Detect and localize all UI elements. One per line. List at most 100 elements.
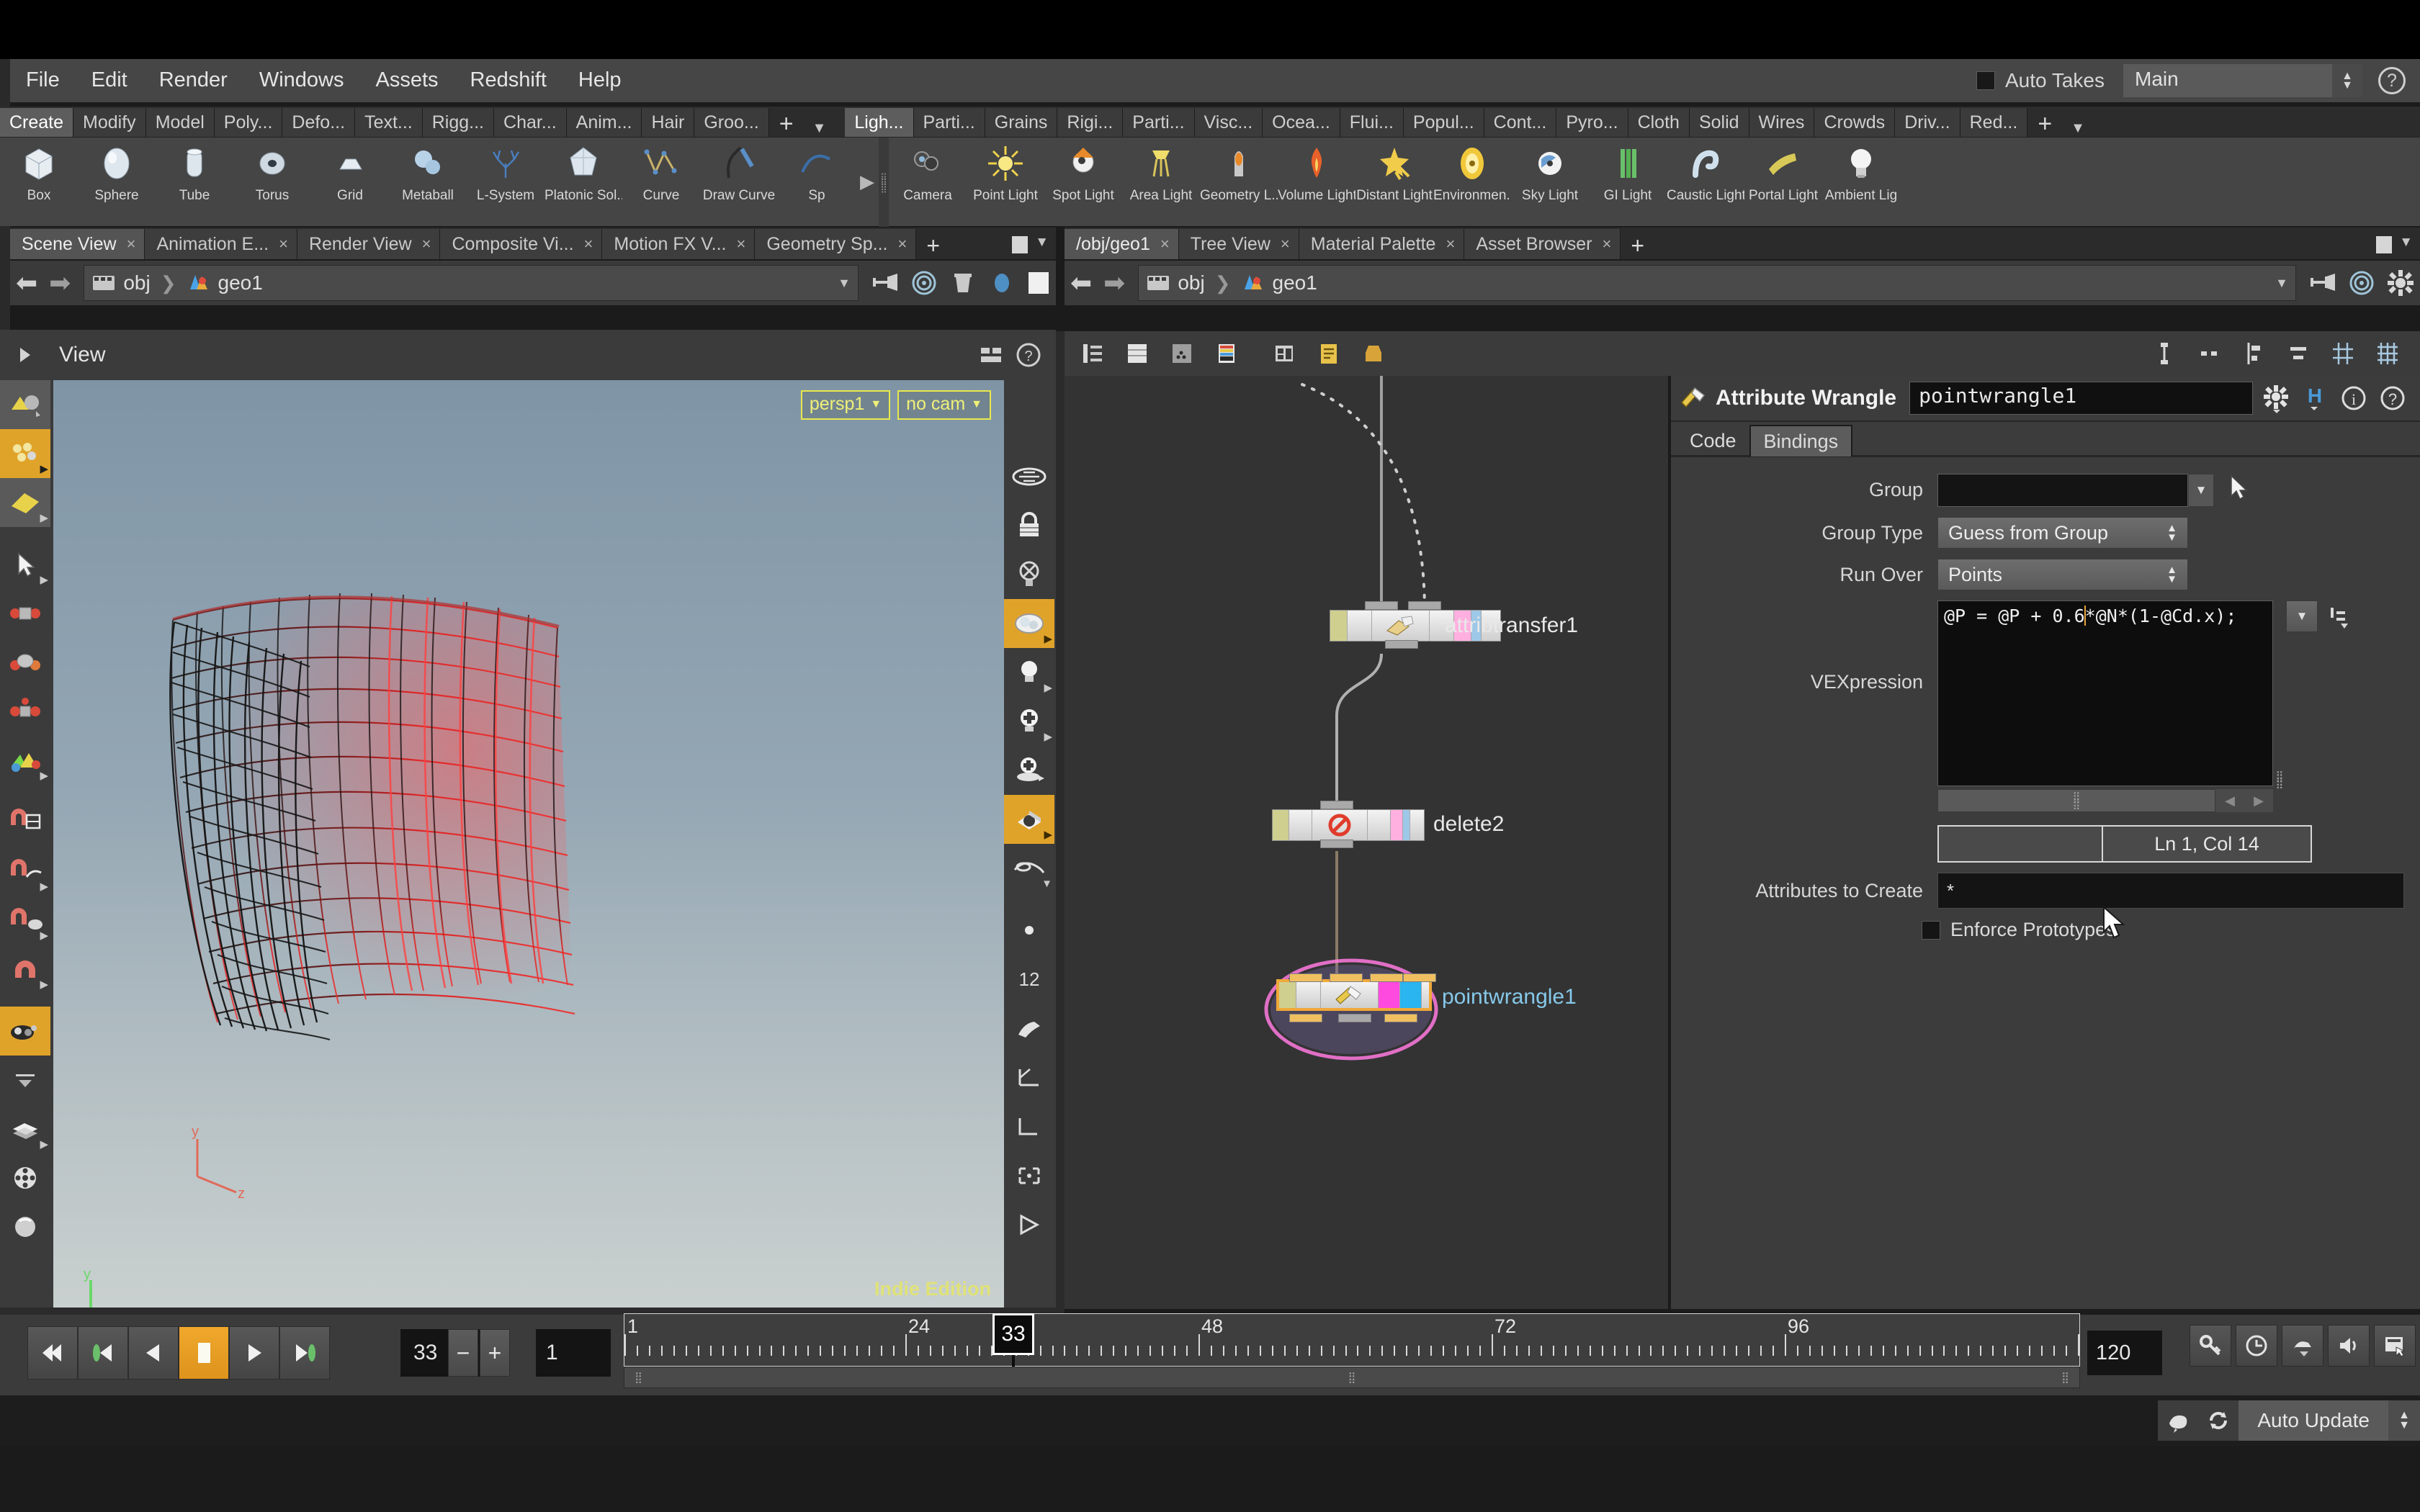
left-pane-tab-5[interactable]: Geometry Sp... × [755, 229, 917, 259]
attributes-to-create-field[interactable]: * [1937, 873, 2404, 909]
shelf-tool-volume-light-icon[interactable]: Volume Light [1278, 138, 1355, 225]
right-pane-tab-2[interactable]: Material Palette × [1299, 229, 1465, 259]
network-dot-layout-icon[interactable] [1165, 337, 1198, 370]
display-flag-icon[interactable] [985, 266, 1018, 300]
network-sheet-view-icon[interactable] [1121, 337, 1154, 370]
shelf-tool-camera-icon[interactable]: Camera [889, 138, 967, 225]
snap-primitive-icon[interactable]: ▶ [0, 847, 50, 896]
close-icon[interactable]: × [422, 235, 431, 253]
shelf-tab-left-10[interactable]: Groo... [694, 108, 769, 137]
left-pane-tab-3[interactable]: Composite Vi... × [440, 229, 603, 259]
menu-render[interactable]: Render [143, 67, 243, 94]
vexpression-expand-icon[interactable] [2328, 600, 2357, 634]
vexpression-menu-icon[interactable]: ▼ [2286, 600, 2318, 632]
viewport-cam-lock-selector[interactable]: no cam ▼ [897, 390, 991, 420]
grid-snap-icon[interactable] [2326, 337, 2360, 370]
shelf-tab-right-6[interactable]: Ocea... [1263, 108, 1340, 137]
vertical-splitter[interactable] [1056, 331, 1065, 1315]
shelf-add-right-icon[interactable]: + [2027, 111, 2062, 137]
close-icon[interactable]: × [1446, 235, 1455, 253]
parameter-help-icon[interactable]: ? [2377, 382, 2408, 414]
left-pane-tab-0[interactable]: Scene View × [10, 229, 145, 259]
timeline-ruler[interactable]: 1244872961 [624, 1313, 2080, 1367]
network-path-segment-obj[interactable]: obj [1178, 271, 1204, 294]
visibility-eye-icon[interactable] [1004, 452, 1054, 501]
menu-help[interactable]: Help [563, 67, 637, 94]
material-ball-icon[interactable] [0, 1202, 50, 1251]
shelf-tab-left-5[interactable]: Text... [355, 108, 423, 137]
network-list-view-icon[interactable] [1076, 337, 1109, 370]
select-geometry-mode-icon[interactable]: ▶ [0, 429, 50, 478]
network-path-field[interactable]: obj ❯ geo1 ▼ [1138, 265, 2296, 301]
point-display-icon[interactable] [1004, 906, 1054, 955]
network-forward-arrow-icon[interactable]: ➡ [1098, 268, 1131, 298]
info-icon[interactable]: i [2338, 382, 2370, 414]
tab-code[interactable]: Code [1677, 425, 1749, 456]
shelf-tab-right-10[interactable]: Pyro... [1556, 108, 1628, 137]
film-reel-icon[interactable] [0, 1153, 50, 1202]
close-icon[interactable]: × [279, 235, 288, 253]
frame-increment-button[interactable]: + [480, 1329, 510, 1377]
add-light-to-scene-icon[interactable] [1004, 746, 1054, 795]
auto-update-spinner[interactable]: ▲ ▼ [2388, 1400, 2420, 1441]
node-input-connector[interactable] [1320, 801, 1353, 809]
left-pane-tab-menu-icon[interactable]: ▼ [1035, 235, 1049, 251]
right-pane-tab-3[interactable]: Asset Browser × [1464, 229, 1621, 259]
network-asset-icon[interactable] [1357, 337, 1390, 370]
shelf-tab-left-7[interactable]: Char... [494, 108, 567, 137]
shelf-tool-portal-light-icon[interactable]: Portal Light [1744, 138, 1822, 225]
tab-bindings[interactable]: Bindings [1749, 425, 1853, 456]
shelf-tab-left-6[interactable]: Rigg... [422, 108, 495, 137]
group-dropdown-icon[interactable]: ▼ [2188, 473, 2214, 507]
shelf-tool-tube-icon[interactable]: Tube [156, 138, 233, 225]
left-pane-tab-2[interactable]: Render View × [297, 229, 441, 259]
timeline-scroll-strip[interactable]: ⣿ ⣿ ⣿ [624, 1367, 2080, 1388]
scale-tool-icon[interactable] [0, 687, 50, 736]
shelf-tool-torus-icon[interactable]: Torus [233, 138, 311, 225]
jump-to-start-button[interactable] [27, 1326, 78, 1380]
auto-update-selector[interactable]: Auto Update [2238, 1400, 2388, 1441]
right-pane-tab-add-icon[interactable]: + [1621, 232, 1654, 259]
distribute-icon[interactable] [2282, 337, 2315, 370]
shelf-tool-spline-icon[interactable]: Sp [778, 138, 856, 225]
shelf-tool-spot-light-icon[interactable]: Spot Light [1044, 138, 1122, 225]
shelf-tab-right-5[interactable]: Visc... [1194, 108, 1263, 137]
parameter-node-name-field[interactable]: pointwrangle1 [1909, 382, 2253, 415]
frame-increment-field[interactable]: 1 [536, 1329, 611, 1377]
viewport-display-options-icon[interactable] [0, 1007, 50, 1056]
shelf-tool-caustic-light-icon[interactable]: Caustic Light [1667, 138, 1744, 225]
network-color-palette-icon[interactable] [1210, 337, 1243, 370]
node-input-connector[interactable] [1408, 601, 1441, 610]
menu-redshift[interactable]: Redshift [454, 67, 563, 94]
node-output-connector[interactable] [1338, 1014, 1371, 1022]
play-button[interactable] [229, 1326, 279, 1380]
scene-viewport[interactable]: y z y x z persp1 ▼ no cam ▼ In [53, 380, 1004, 1308]
shelf-tab-right-8[interactable]: Popul... [1403, 108, 1484, 137]
frame-decrement-button[interactable]: − [448, 1329, 478, 1377]
menu-edit[interactable]: Edit [76, 67, 143, 94]
snap-point-icon[interactable]: ▶ [0, 896, 50, 945]
right-pane-tab-maximize-icon[interactable] [2376, 236, 2393, 253]
left-pane-tab-maximize-icon[interactable] [1012, 236, 1028, 253]
cook-status-icon[interactable] [2158, 1400, 2199, 1441]
houdini-h-icon[interactable]: H [2299, 382, 2331, 414]
shelf-tab-right-13[interactable]: Wires [1749, 108, 1815, 137]
snap-grid-icon[interactable] [0, 798, 50, 847]
enforce-prototypes-checkbox[interactable] [1922, 920, 1940, 940]
network-path-segment-geo1[interactable]: geo1 [1273, 271, 1317, 294]
node-output-connector[interactable] [1320, 840, 1353, 848]
network-snapshot-icon[interactable] [1268, 337, 1301, 370]
close-icon[interactable]: × [897, 235, 907, 253]
render-flag-icon[interactable] [1024, 266, 1053, 300]
selection-bounds-icon[interactable] [1004, 1151, 1054, 1200]
shelf-tool-sphere-icon[interactable]: Sphere [78, 138, 156, 225]
close-icon[interactable]: × [127, 235, 136, 253]
stop-button[interactable] [179, 1326, 229, 1380]
pin-icon[interactable] [869, 266, 902, 300]
path-segment-geo1[interactable]: geo1 [218, 271, 263, 294]
shelf-tab-right-16[interactable]: Red... [1960, 108, 2028, 137]
close-icon[interactable]: × [1281, 235, 1290, 253]
close-icon[interactable]: × [1160, 235, 1170, 253]
ghost-display-icon[interactable]: ▼ [1004, 844, 1054, 893]
add-light-icon[interactable]: ▶ [1004, 697, 1054, 746]
